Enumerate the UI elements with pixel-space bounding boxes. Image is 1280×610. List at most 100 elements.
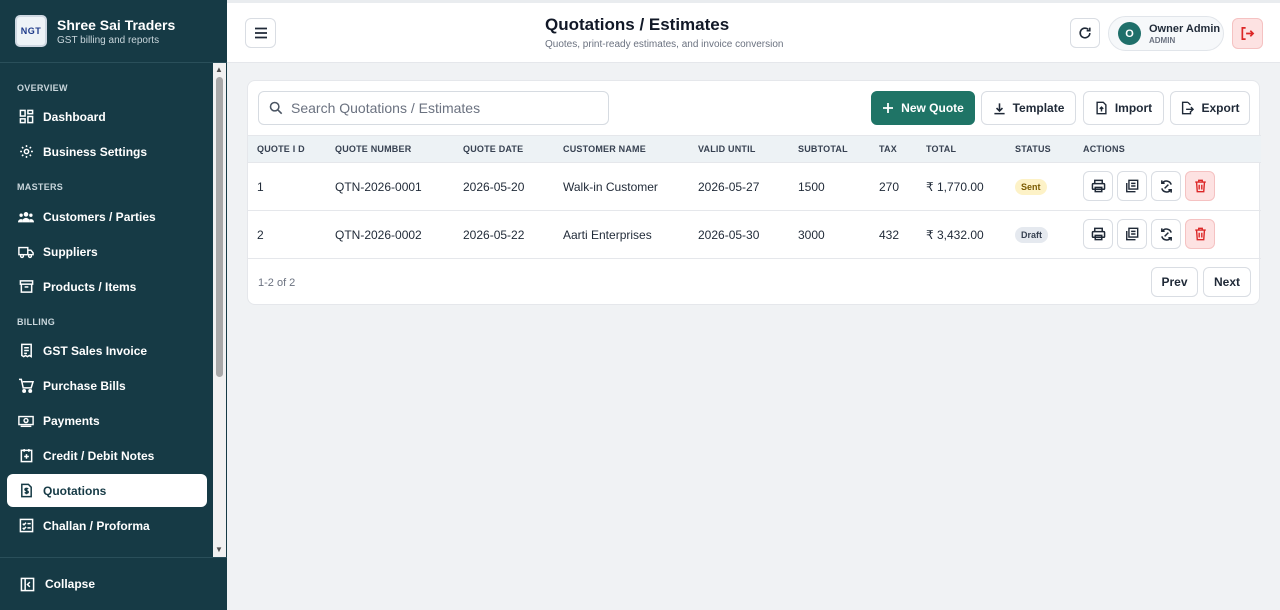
brand: NGT Shree Sai Traders GST billing and re… bbox=[0, 0, 227, 63]
dashboard-icon bbox=[17, 108, 35, 126]
next-page-button[interactable]: Next bbox=[1203, 267, 1251, 297]
col-actions: ACTIONS bbox=[1083, 144, 1125, 154]
brand-logo: NGT bbox=[15, 15, 47, 47]
cell-quote-number: QTN-2026-0002 bbox=[335, 228, 422, 242]
col-customer-name: CUSTOMER NAME bbox=[563, 144, 646, 154]
money-icon bbox=[17, 412, 35, 430]
sidebar-item-payments[interactable]: Payments bbox=[7, 404, 207, 437]
duplicate-button[interactable] bbox=[1117, 219, 1147, 249]
sidebar-item-gst-sales-invoice[interactable]: GST Sales Invoice bbox=[7, 334, 207, 367]
cell-quote-date: 2026-05-22 bbox=[463, 228, 525, 242]
refresh-icon bbox=[1079, 27, 1091, 39]
section-overview: OVERVIEW bbox=[17, 83, 68, 93]
col-valid-until: VALID UNTIL bbox=[698, 144, 756, 154]
sidebar-item-quotations[interactable]: Quotations bbox=[7, 474, 207, 507]
invoice-icon bbox=[17, 342, 35, 360]
cell-customer-name: Aarti Enterprises bbox=[563, 228, 652, 242]
archive-box-icon bbox=[17, 278, 35, 296]
print-button[interactable] bbox=[1083, 219, 1113, 249]
prev-page-button[interactable]: Prev bbox=[1151, 267, 1198, 297]
section-billing: BILLING bbox=[17, 317, 56, 327]
sidebar-item-products[interactable]: Products / Items bbox=[7, 270, 207, 303]
logout-button[interactable] bbox=[1232, 18, 1263, 49]
menu-button[interactable] bbox=[245, 18, 276, 48]
table-row[interactable]: 2 QTN-2026-0002 2026-05-22 Aarti Enterpr… bbox=[248, 211, 1261, 259]
logout-icon bbox=[1241, 27, 1255, 40]
export-label: Export bbox=[1201, 101, 1240, 115]
cell-subtotal: 3000 bbox=[798, 228, 825, 242]
table-header: QUOTE I D QUOTE NUMBER QUOTE DATE CUSTOM… bbox=[248, 135, 1261, 163]
table-row[interactable]: 1 QTN-2026-0001 2026-05-20 Walk-in Custo… bbox=[248, 163, 1261, 211]
sidebar-item-business-settings[interactable]: Business Settings bbox=[7, 135, 207, 168]
status-badge: Sent bbox=[1015, 179, 1047, 195]
user-menu[interactable]: O Owner Admin ADMIN bbox=[1108, 16, 1224, 51]
new-quote-label: New Quote bbox=[901, 101, 964, 115]
pagination-summary: 1-2 of 2 bbox=[258, 277, 296, 289]
printer-icon bbox=[1091, 227, 1105, 241]
template-button[interactable]: Template bbox=[981, 91, 1076, 125]
sidebar-item-label: Customers / Parties bbox=[43, 209, 156, 224]
delete-button[interactable] bbox=[1185, 171, 1215, 201]
convert-icon bbox=[1160, 179, 1172, 193]
brand-name: Shree Sai Traders bbox=[57, 16, 176, 33]
sidebar-item-customers[interactable]: Customers / Parties bbox=[7, 200, 207, 233]
refresh-button[interactable] bbox=[1070, 18, 1100, 48]
cell-valid-until: 2026-05-27 bbox=[698, 180, 760, 194]
search-input[interactable] bbox=[291, 100, 591, 116]
sidebar-item-label: Products / Items bbox=[43, 279, 137, 294]
import-button[interactable]: Import bbox=[1083, 91, 1164, 125]
quote-doc-icon bbox=[17, 482, 35, 500]
sidebar-item-label: Suppliers bbox=[43, 244, 98, 259]
new-quote-button[interactable]: New Quote bbox=[871, 91, 975, 125]
brand-subtitle: GST billing and reports bbox=[57, 34, 160, 46]
copy-icon bbox=[1126, 227, 1139, 241]
col-quote-date: QUOTE DATE bbox=[463, 144, 524, 154]
sidebar-item-dashboard[interactable]: Dashboard bbox=[7, 100, 207, 133]
col-subtotal: SUBTOTAL bbox=[798, 144, 848, 154]
cart-icon bbox=[17, 377, 35, 395]
avatar: O bbox=[1118, 22, 1141, 45]
collapse-button[interactable]: Collapse bbox=[0, 557, 227, 610]
convert-button[interactable] bbox=[1151, 171, 1181, 201]
duplicate-button[interactable] bbox=[1117, 171, 1147, 201]
col-quote-id: QUOTE I D bbox=[257, 144, 305, 154]
users-icon bbox=[17, 208, 35, 226]
scroll-up-icon[interactable]: ▲ bbox=[215, 65, 223, 74]
trash-icon bbox=[1194, 179, 1206, 193]
cell-total: ₹ 1,770.00 bbox=[926, 180, 984, 194]
sidebar-item-challan-proforma[interactable]: Challan / Proforma bbox=[7, 509, 207, 542]
sidebar-item-label: Credit / Debit Notes bbox=[43, 448, 155, 463]
sidebar-item-label: Payments bbox=[43, 413, 100, 428]
convert-button[interactable] bbox=[1151, 219, 1181, 249]
file-upload-icon bbox=[1095, 101, 1108, 115]
status-badge: Draft bbox=[1015, 227, 1049, 243]
user-name: Owner Admin bbox=[1149, 22, 1221, 35]
gear-icon bbox=[17, 143, 35, 161]
sidebar-item-label: GST Sales Invoice bbox=[43, 343, 148, 358]
cell-quote-number: QTN-2026-0001 bbox=[335, 180, 422, 194]
collapse-icon bbox=[20, 577, 35, 592]
copy-icon bbox=[1126, 179, 1139, 193]
scrollbar-thumb[interactable] bbox=[216, 77, 223, 377]
sidebar-item-credit-debit-notes[interactable]: Credit / Debit Notes bbox=[7, 439, 207, 472]
col-quote-number: QUOTE NUMBER bbox=[335, 144, 412, 154]
truck-icon bbox=[17, 243, 35, 261]
user-role: ADMIN bbox=[1149, 35, 1176, 45]
sidebar-item-purchase-bills[interactable]: Purchase Bills bbox=[7, 369, 207, 402]
checklist-icon bbox=[17, 517, 35, 535]
note-icon bbox=[17, 447, 35, 465]
export-button[interactable]: Export bbox=[1170, 91, 1250, 125]
page-title: Quotations / Estimates bbox=[545, 15, 730, 34]
sidebar-scrollbar[interactable]: ▲ ▼ bbox=[213, 63, 226, 557]
sidebar-item-label: Purchase Bills bbox=[43, 378, 126, 393]
scroll-down-icon[interactable]: ▼ bbox=[215, 545, 223, 554]
delete-button[interactable] bbox=[1185, 219, 1215, 249]
sidebar-item-suppliers[interactable]: Suppliers bbox=[7, 235, 207, 268]
print-button[interactable] bbox=[1083, 171, 1113, 201]
cell-customer-name: Walk-in Customer bbox=[563, 180, 658, 194]
cell-quote-id: 2 bbox=[257, 228, 264, 242]
sidebar-item-label: Quotations bbox=[43, 483, 107, 498]
import-label: Import bbox=[1114, 101, 1153, 115]
search-box[interactable] bbox=[258, 91, 609, 125]
convert-icon bbox=[1160, 227, 1172, 241]
